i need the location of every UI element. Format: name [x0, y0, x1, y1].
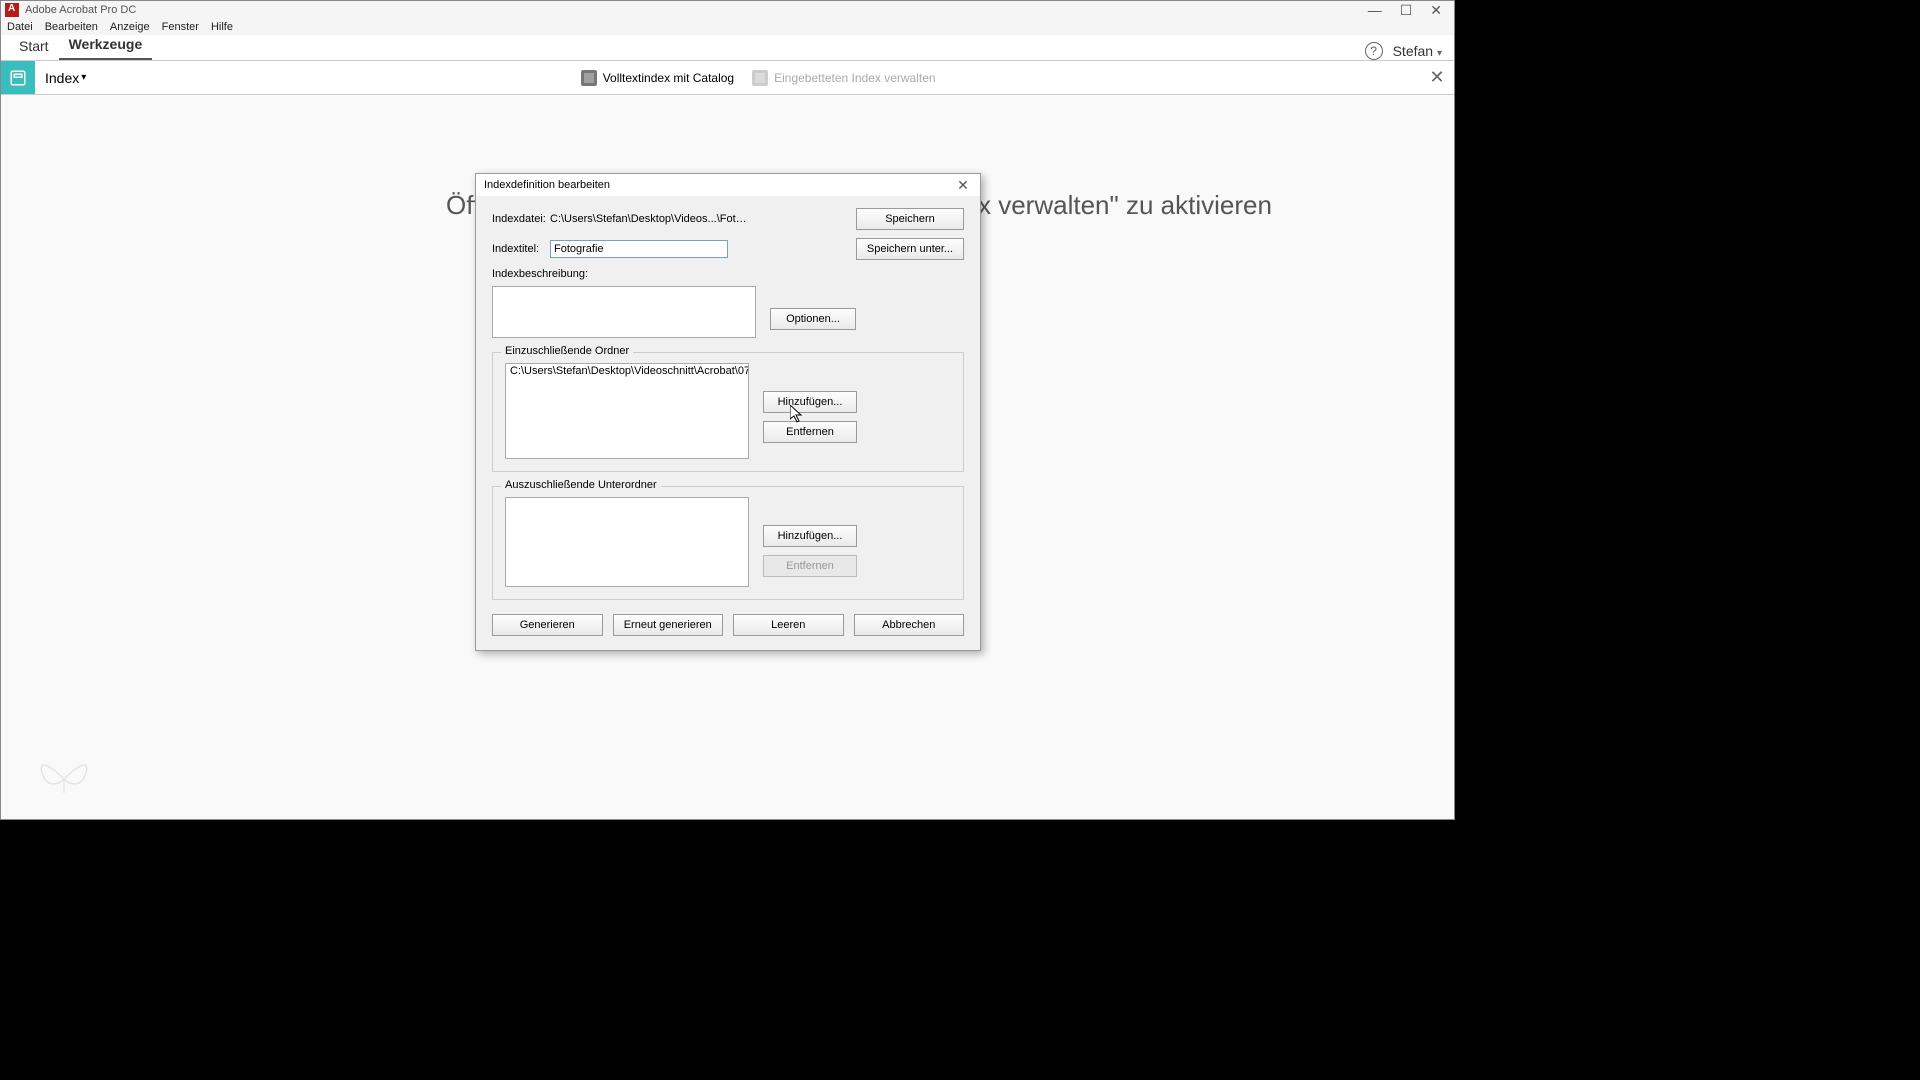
save-button[interactable]: Speichern: [856, 208, 964, 230]
close-window-icon[interactable]: ✕: [1430, 1, 1442, 19]
indextitle-input[interactable]: [550, 240, 728, 258]
close-tool-icon[interactable]: ✕: [1420, 61, 1454, 94]
include-folders-group: Einzuschließende Ordner C:\Users\Stefan\…: [492, 352, 964, 472]
exclude-add-button[interactable]: Hinzufügen...: [763, 525, 857, 547]
tool-toolbar: Index▾ Volltextindex mit Catalog Eingebe…: [1, 61, 1454, 95]
chevron-down-icon: ▾: [81, 72, 86, 83]
app-icon: [5, 3, 19, 17]
exclude-remove-button: Entfernen: [763, 555, 857, 577]
dialog-title: Indexdefinition bearbeiten: [484, 179, 610, 191]
options-button[interactable]: Optionen...: [770, 308, 856, 330]
tool-icon: [1, 61, 35, 94]
chevron-down-icon: ▾: [1437, 48, 1442, 59]
generate-button[interactable]: Generieren: [492, 614, 603, 636]
include-remove-button[interactable]: Entfernen: [763, 421, 857, 443]
embedded-index-icon: [752, 70, 768, 86]
exclude-listbox[interactable]: [505, 497, 749, 587]
content-area: Öffnen Sie eine Datei, um "Eingebetteten…: [1, 95, 1454, 819]
edit-index-definition-dialog: Indexdefinition bearbeiten ✕ Indexdatei:…: [475, 173, 981, 651]
indextitle-label: Indextitel:: [492, 243, 542, 255]
description-textarea[interactable]: [492, 286, 756, 338]
list-item[interactable]: C:\Users\Stefan\Desktop\Videoschnitt\Acr…: [506, 364, 748, 378]
menu-window[interactable]: Fenster: [162, 21, 199, 33]
tabs-bar: Start Werkzeuge ? Stefan ▾: [1, 35, 1454, 61]
minimize-icon[interactable]: —: [1368, 1, 1382, 19]
help-icon[interactable]: ?: [1365, 42, 1383, 60]
menu-help[interactable]: Hilfe: [211, 21, 233, 33]
toolbar-fulltext-button[interactable]: Volltextindex mit Catalog: [581, 70, 734, 86]
app-window: Adobe Acrobat Pro DC — ☐ ✕ Datei Bearbei…: [0, 0, 1455, 820]
exclude-folders-group: Auszuschließende Unterordner Hinzufügen.…: [492, 486, 964, 600]
menu-file[interactable]: Datei: [7, 21, 33, 33]
menu-bar: Datei Bearbeiten Anzeige Fenster Hilfe: [1, 19, 1454, 35]
index-dropdown[interactable]: Index▾: [35, 61, 96, 94]
toolbar-embedded-button: Eingebetteten Index verwalten: [752, 70, 935, 86]
clear-button[interactable]: Leeren: [733, 614, 844, 636]
title-bar: Adobe Acrobat Pro DC — ☐ ✕: [1, 1, 1454, 19]
butterfly-watermark-icon: [29, 737, 99, 807]
app-title: Adobe Acrobat Pro DC: [25, 4, 136, 16]
cancel-button[interactable]: Abbrechen: [854, 614, 965, 636]
description-label: Indexbeschreibung:: [492, 268, 964, 280]
regenerate-button[interactable]: Erneut generieren: [613, 614, 724, 636]
include-listbox[interactable]: C:\Users\Stefan\Desktop\Videoschnitt\Acr…: [505, 363, 749, 459]
tab-tools[interactable]: Werkzeuge: [59, 32, 153, 60]
catalog-icon: [581, 70, 597, 86]
indexfile-label: Indexdatei:: [492, 213, 542, 225]
user-menu[interactable]: Stefan ▾: [1393, 43, 1442, 59]
include-label: Einzuschließende Ordner: [501, 345, 633, 357]
save-as-button[interactable]: Speichern unter...: [856, 238, 964, 260]
dialog-close-icon[interactable]: ✕: [954, 176, 972, 194]
maximize-icon[interactable]: ☐: [1400, 1, 1413, 19]
include-add-button[interactable]: Hinzufügen...: [763, 391, 857, 413]
indexfile-value: C:\Users\Stefan\Desktop\Videos...\Fotogr…: [550, 213, 750, 225]
tab-start[interactable]: Start: [9, 34, 59, 60]
exclude-label: Auszuschließende Unterordner: [501, 479, 661, 491]
